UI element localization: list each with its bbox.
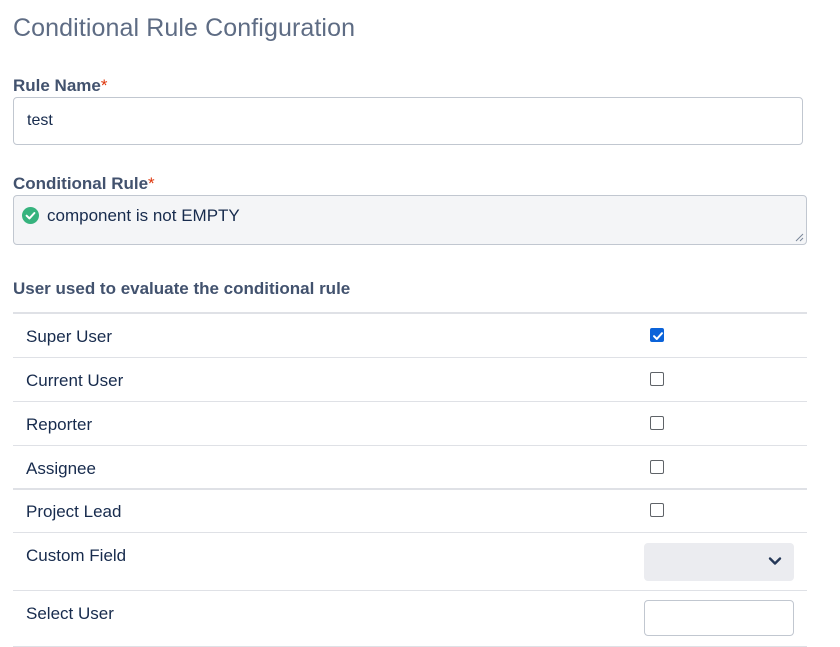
row-label-assignee: Assignee [26, 459, 96, 478]
reporter-checkbox[interactable] [650, 416, 664, 430]
table-row: Super User [13, 314, 807, 358]
table-row: Select User [13, 591, 807, 647]
rule-name-label: Rule Name* [13, 76, 108, 96]
select-user-input[interactable] [644, 600, 794, 636]
table-row: Assignee [13, 446, 807, 490]
resize-grip-icon[interactable] [794, 232, 804, 242]
valid-check-icon [22, 207, 39, 224]
row-label-project-lead: Project Lead [26, 502, 122, 521]
row-label-current-user: Current User [26, 371, 124, 390]
current-user-checkbox[interactable] [650, 372, 664, 386]
custom-field-select[interactable] [644, 543, 794, 581]
required-mark: * [100, 76, 108, 95]
super-user-checkbox[interactable] [650, 328, 664, 342]
table-row: Reporter [13, 402, 807, 446]
table-row: Current User [13, 358, 807, 402]
users-section-heading: User used to evaluate the conditional ru… [13, 279, 351, 298]
conditional-rule-value: component is not EMPTY [47, 206, 240, 225]
page-title: Conditional Rule Configuration [13, 14, 356, 42]
table-row: Custom Field [13, 533, 807, 591]
row-label-super-user: Super User [26, 327, 112, 346]
checkmark-icon [653, 332, 663, 340]
rule-name-label-text: Rule Name [13, 76, 101, 95]
conditional-rule-label-text: Conditional Rule [13, 174, 149, 193]
row-label-select-user: Select User [26, 604, 114, 623]
project-lead-checkbox[interactable] [650, 503, 664, 517]
rule-name-input[interactable] [13, 97, 803, 145]
table-row: Project Lead [13, 490, 807, 533]
assignee-checkbox[interactable] [650, 460, 664, 474]
conditional-rule-label: Conditional Rule* [13, 174, 155, 194]
conditional-rule-textarea[interactable]: component is not EMPTY [13, 195, 807, 245]
row-label-custom-field: Custom Field [26, 546, 127, 565]
user-table: Super User Current User Reporter Assigne… [13, 312, 807, 647]
chevron-down-icon [768, 557, 782, 565]
required-mark: * [148, 174, 155, 193]
row-label-reporter: Reporter [26, 415, 93, 434]
